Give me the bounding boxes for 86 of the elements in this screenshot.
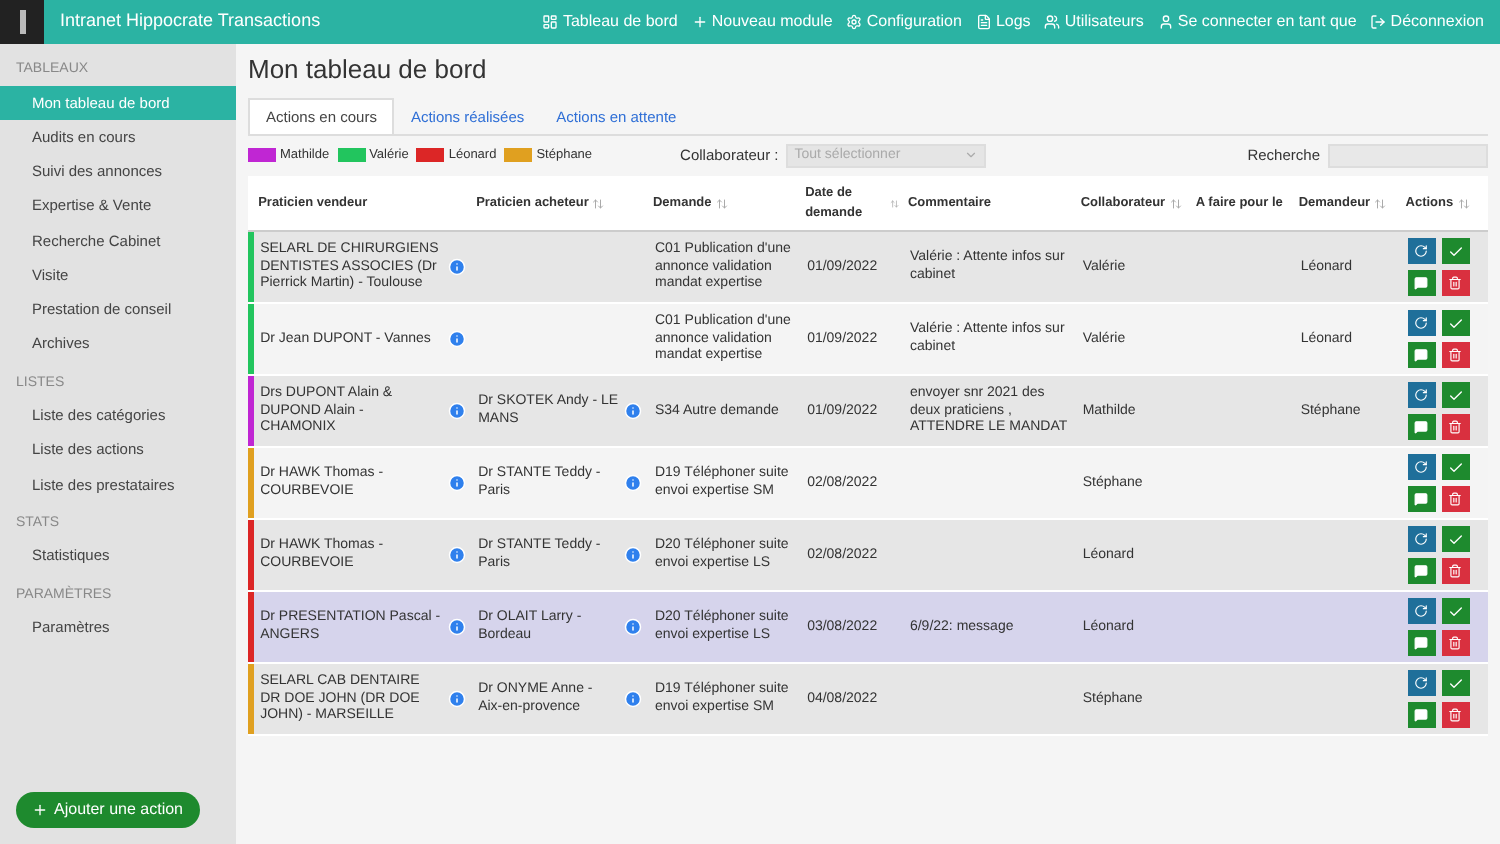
refresh-icon — [1414, 244, 1429, 259]
settings-icon — [846, 14, 863, 30]
check-button[interactable] — [1441, 238, 1470, 265]
refresh-icon — [1414, 676, 1429, 691]
refresh-icon — [1414, 316, 1429, 331]
comment-button[interactable] — [1407, 414, 1436, 441]
comment-icon — [1414, 420, 1429, 435]
logout-icon — [1370, 14, 1387, 30]
comment-icon — [1414, 348, 1429, 363]
check-button[interactable] — [1441, 526, 1470, 553]
info-icon[interactable] — [624, 402, 643, 421]
info-icon[interactable] — [448, 258, 467, 277]
delete-button[interactable] — [1441, 270, 1470, 297]
comment-button[interactable] — [1407, 630, 1436, 657]
check-button[interactable] — [1441, 310, 1470, 337]
check-icon — [1447, 459, 1464, 476]
chevron-down-icon — [964, 148, 979, 163]
check-icon — [1447, 675, 1464, 692]
sort-icon[interactable] — [1457, 197, 1470, 209]
comment-icon — [1414, 492, 1429, 507]
comment-button[interactable] — [1407, 270, 1436, 297]
info-icon[interactable] — [624, 690, 643, 709]
check-icon — [1447, 531, 1464, 548]
refresh-button[interactable] — [1407, 310, 1436, 337]
info-icon[interactable] — [448, 546, 467, 565]
info-icon[interactable] — [448, 330, 467, 349]
trash-icon — [1448, 348, 1463, 363]
refresh-button[interactable] — [1407, 526, 1436, 553]
add-action-button[interactable]: Ajouter une action — [16, 792, 199, 828]
trash-icon — [1448, 420, 1463, 435]
info-icon[interactable] — [624, 546, 643, 565]
sort-icon[interactable] — [715, 197, 728, 209]
info-icon[interactable] — [448, 618, 467, 637]
users-icon — [1044, 14, 1061, 30]
check-button[interactable] — [1441, 382, 1470, 409]
logo-icon[interactable] — [0, 0, 44, 44]
refresh-button[interactable] — [1407, 382, 1436, 409]
comment-icon — [1414, 636, 1429, 651]
check-icon — [1447, 387, 1464, 404]
sort-icon[interactable] — [1374, 197, 1387, 209]
delete-button[interactable] — [1441, 558, 1470, 585]
delete-button[interactable] — [1441, 342, 1470, 369]
delete-button[interactable] — [1441, 702, 1470, 729]
delete-button[interactable] — [1441, 414, 1470, 441]
refresh-button[interactable] — [1407, 238, 1436, 265]
dashboard-icon — [542, 14, 559, 30]
info-icon[interactable] — [448, 474, 467, 493]
check-button[interactable] — [1441, 454, 1470, 481]
delete-button[interactable] — [1441, 630, 1470, 657]
check-icon — [1447, 315, 1464, 332]
sort-icon[interactable] — [1169, 197, 1182, 209]
plus-icon — [32, 802, 48, 818]
check-button[interactable] — [1441, 598, 1470, 625]
search-field[interactable] — [1328, 143, 1488, 168]
trash-icon — [1448, 564, 1463, 579]
trash-icon — [1448, 276, 1463, 291]
info-icon[interactable] — [448, 690, 467, 709]
comment-button[interactable] — [1407, 342, 1436, 369]
trash-icon — [1448, 492, 1463, 507]
comment-icon — [1414, 276, 1429, 291]
comment-button[interactable] — [1407, 702, 1436, 729]
page-title: Mon tableau de bord — [248, 52, 489, 88]
trash-icon — [1448, 708, 1463, 723]
plus-icon — [691, 14, 708, 30]
check-icon — [1447, 603, 1464, 620]
refresh-button[interactable] — [1407, 598, 1436, 625]
delete-button[interactable] — [1441, 486, 1470, 513]
sort-icon[interactable] — [592, 197, 605, 209]
info-icon[interactable] — [448, 402, 467, 421]
check-button[interactable] — [1441, 670, 1470, 697]
file-icon — [975, 14, 992, 30]
comment-button[interactable] — [1407, 558, 1436, 585]
refresh-icon — [1414, 532, 1429, 547]
info-icon[interactable] — [624, 474, 643, 493]
trash-icon — [1448, 636, 1463, 651]
refresh-icon — [1414, 388, 1429, 403]
check-icon — [1447, 243, 1464, 260]
comment-icon — [1414, 564, 1429, 579]
user-icon — [1157, 14, 1174, 30]
refresh-icon — [1414, 460, 1429, 475]
refresh-icon — [1414, 604, 1429, 619]
refresh-button[interactable] — [1407, 454, 1436, 481]
comment-button[interactable] — [1407, 486, 1436, 513]
info-icon[interactable] — [624, 618, 643, 637]
refresh-button[interactable] — [1407, 670, 1436, 697]
comment-icon — [1414, 708, 1429, 723]
